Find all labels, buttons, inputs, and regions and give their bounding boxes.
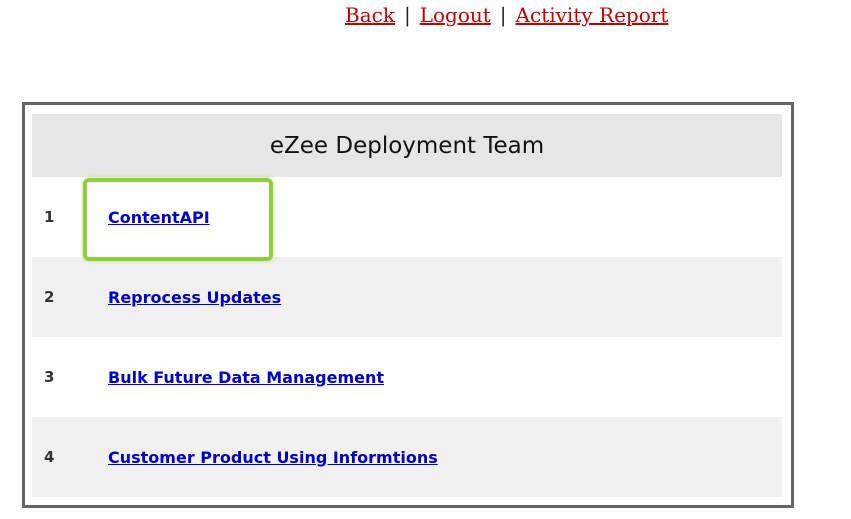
nav-separator: | — [403, 3, 411, 27]
team-panel: eZee Deployment Team 1 ContentAPI 2 Repr… — [22, 102, 794, 508]
activity-report-link[interactable]: Activity Report — [516, 3, 669, 27]
nav-separator: | — [499, 3, 507, 27]
team-table: eZee Deployment Team 1 ContentAPI 2 Repr… — [32, 114, 782, 497]
table-row: 1 ContentAPI — [32, 177, 782, 257]
bulk-future-data-link[interactable]: Bulk Future Data Management — [108, 368, 384, 387]
content-api-link[interactable]: ContentAPI — [108, 208, 210, 227]
table-row: 2 Reprocess Updates — [32, 257, 782, 337]
top-nav: Back | Logout | Activity Report — [345, 0, 668, 30]
panel-title: eZee Deployment Team — [32, 114, 782, 177]
row-number: 2 — [44, 288, 55, 306]
row-number: 4 — [44, 448, 55, 466]
table-row: 3 Bulk Future Data Management — [32, 337, 782, 417]
logout-link[interactable]: Logout — [420, 3, 491, 27]
customer-product-link[interactable]: Customer Product Using Informtions — [108, 448, 438, 467]
reprocess-updates-link[interactable]: Reprocess Updates — [108, 288, 281, 307]
row-number: 3 — [44, 368, 55, 386]
row-number: 1 — [44, 208, 55, 226]
back-link[interactable]: Back — [345, 3, 395, 27]
table-row: 4 Customer Product Using Informtions — [32, 417, 782, 497]
